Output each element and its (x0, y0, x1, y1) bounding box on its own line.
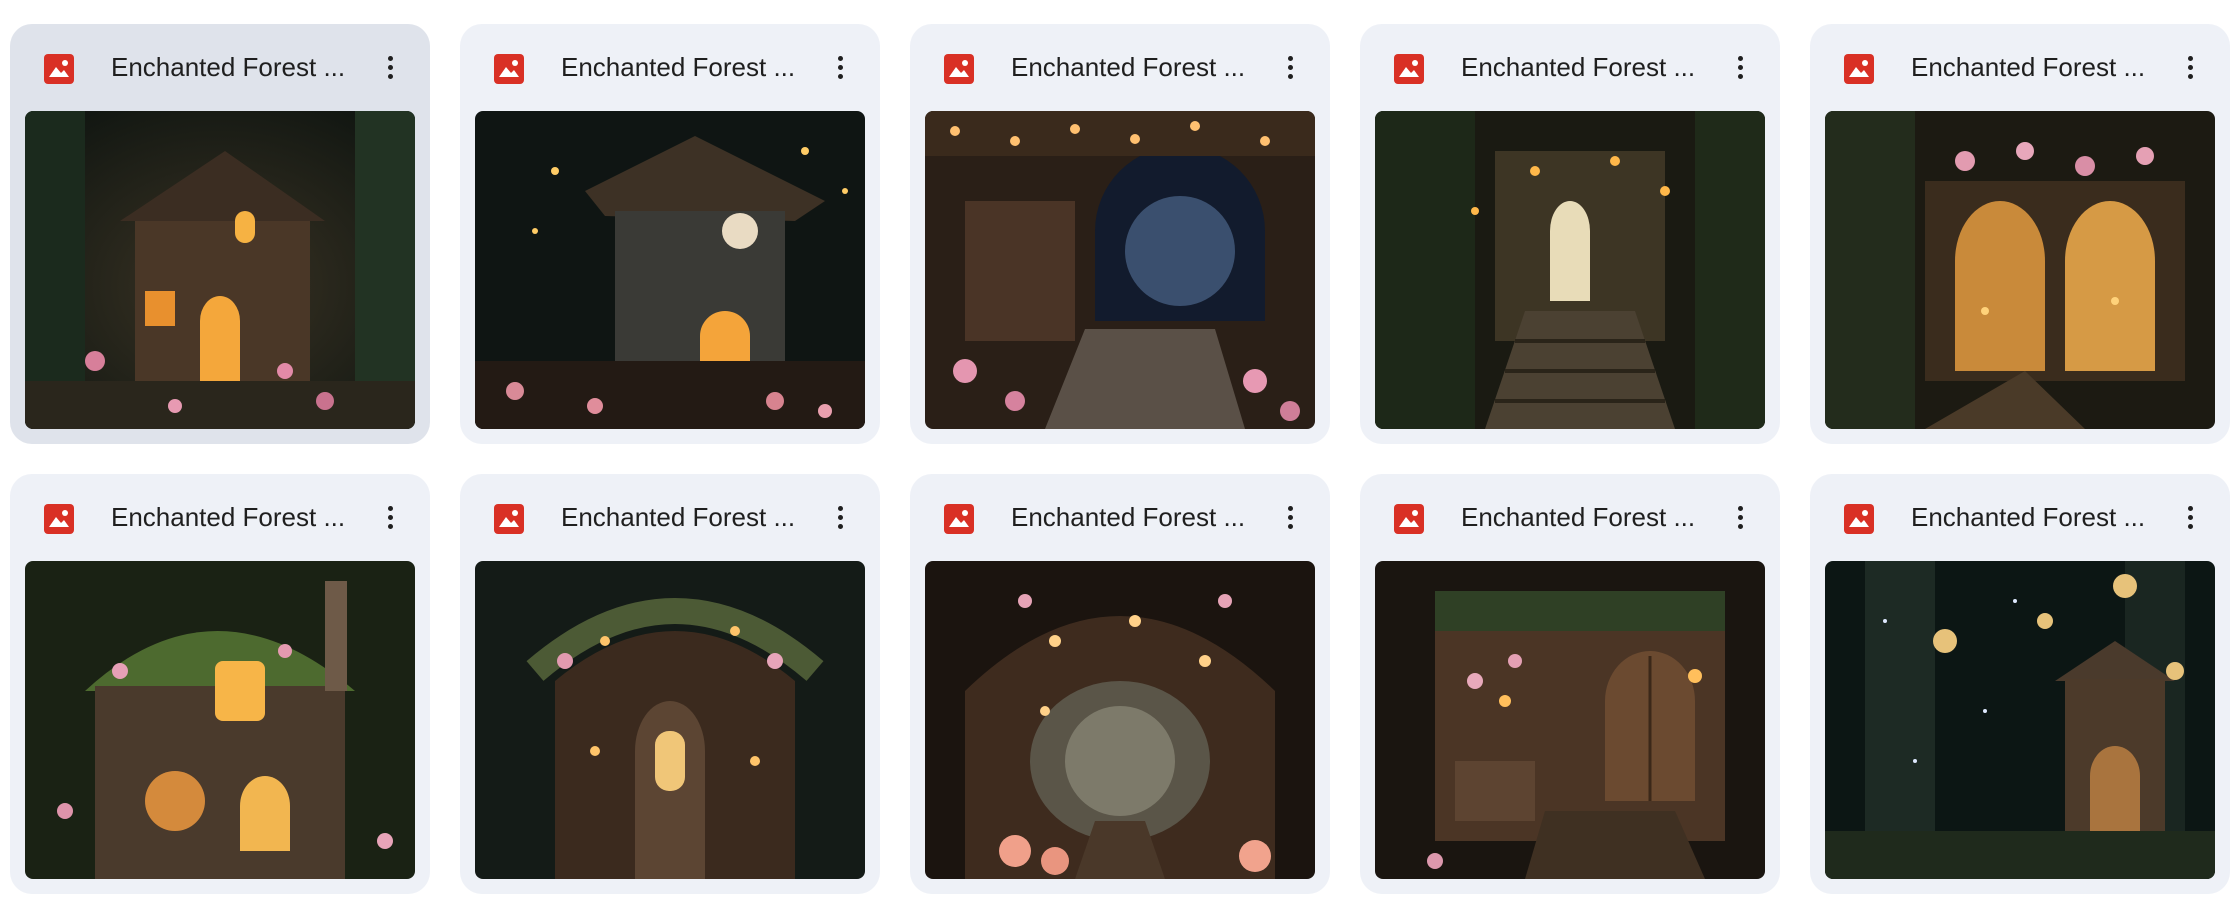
image-file-icon (1844, 504, 1874, 534)
image-thumbnail[interactable] (1375, 111, 1765, 429)
image-file-icon (44, 54, 74, 84)
file-name: Enchanted Forest ... (1911, 52, 2146, 82)
image-file-icon (1394, 54, 1424, 84)
more-options-button[interactable] (822, 49, 858, 85)
file-card[interactable]: Enchanted Forest ... (460, 24, 880, 444)
more-options-button[interactable] (1722, 49, 1758, 85)
file-name: Enchanted Forest ... (1011, 52, 1246, 82)
file-card[interactable]: Enchanted Forest ... (910, 24, 1330, 444)
file-name: Enchanted Forest ... (1011, 502, 1246, 532)
image-thumbnail[interactable] (475, 111, 865, 429)
more-options-button[interactable] (822, 499, 858, 535)
card-header: Enchanted Forest ... (460, 24, 880, 110)
more-options-button[interactable] (1722, 499, 1758, 535)
card-header: Enchanted Forest ... (1360, 24, 1780, 110)
card-header: Enchanted Forest ... (1810, 474, 2230, 560)
file-card[interactable]: Enchanted Forest ... (460, 474, 880, 894)
file-grid: Enchanted Forest ... Enchanted Forest ..… (10, 24, 2230, 894)
file-card[interactable]: Enchanted Forest ... (910, 474, 1330, 894)
file-name: Enchanted Forest ... (561, 502, 796, 532)
more-options-button[interactable] (372, 49, 408, 85)
image-file-icon (44, 504, 74, 534)
more-options-button[interactable] (372, 499, 408, 535)
more-options-button[interactable] (1272, 49, 1308, 85)
file-name: Enchanted Forest ... (1461, 52, 1696, 82)
image-thumbnail[interactable] (925, 561, 1315, 879)
image-thumbnail[interactable] (1825, 111, 2215, 429)
card-header: Enchanted Forest ... (1810, 24, 2230, 110)
file-card[interactable]: Enchanted Forest ... (1810, 24, 2230, 444)
image-file-icon (1394, 504, 1424, 534)
file-name: Enchanted Forest ... (1911, 502, 2146, 532)
image-file-icon (494, 54, 524, 84)
image-file-icon (944, 54, 974, 84)
more-options-button[interactable] (2172, 49, 2208, 85)
file-card[interactable]: Enchanted Forest ... (1810, 474, 2230, 894)
card-header: Enchanted Forest ... (1360, 474, 1780, 560)
card-header: Enchanted Forest ... (910, 474, 1330, 560)
file-card[interactable]: Enchanted Forest ... (10, 474, 430, 894)
file-name: Enchanted Forest ... (111, 502, 346, 532)
file-card[interactable]: Enchanted Forest ... (1360, 24, 1780, 444)
card-header: Enchanted Forest ... (460, 474, 880, 560)
file-card[interactable]: Enchanted Forest ... (1360, 474, 1780, 894)
file-card[interactable]: Enchanted Forest ... (10, 24, 430, 444)
image-thumbnail[interactable] (25, 561, 415, 879)
card-header: Enchanted Forest ... (10, 474, 430, 560)
file-name: Enchanted Forest ... (111, 52, 346, 82)
image-thumbnail[interactable] (1375, 561, 1765, 879)
more-options-button[interactable] (1272, 499, 1308, 535)
file-name: Enchanted Forest ... (561, 52, 796, 82)
image-file-icon (494, 504, 524, 534)
card-header: Enchanted Forest ... (910, 24, 1330, 110)
image-file-icon (944, 504, 974, 534)
image-thumbnail[interactable] (475, 561, 865, 879)
file-name: Enchanted Forest ... (1461, 502, 1696, 532)
image-thumbnail[interactable] (925, 111, 1315, 429)
image-thumbnail[interactable] (25, 111, 415, 429)
card-header: Enchanted Forest ... (10, 24, 430, 110)
more-options-button[interactable] (2172, 499, 2208, 535)
image-thumbnail[interactable] (1825, 561, 2215, 879)
image-file-icon (1844, 54, 1874, 84)
